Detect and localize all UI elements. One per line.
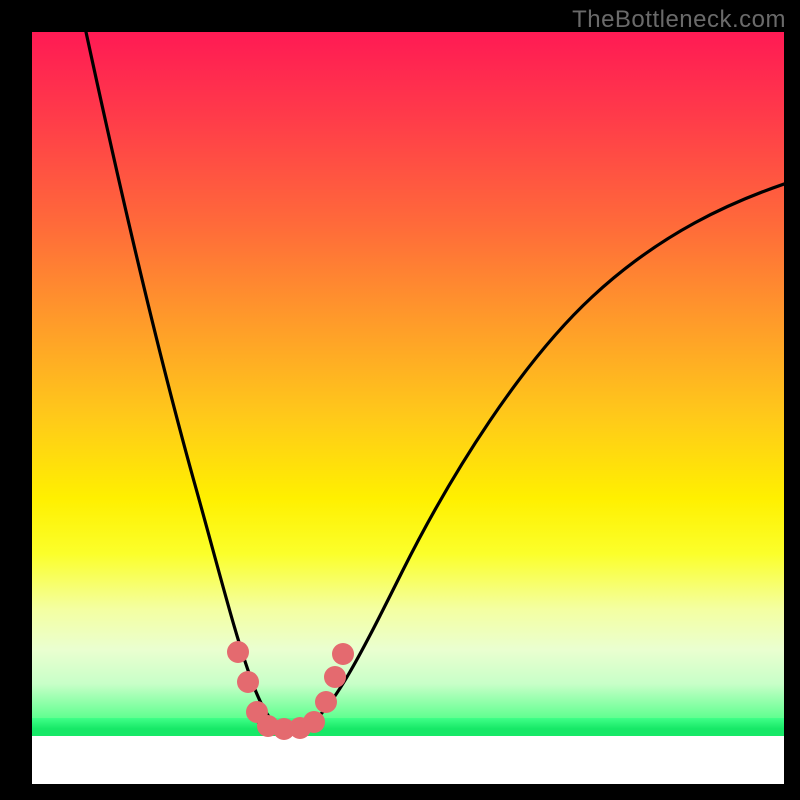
marker: [324, 666, 346, 688]
marker: [332, 643, 354, 665]
marker-group: [227, 641, 354, 740]
curve-right: [307, 184, 784, 726]
chart-frame: TheBottleneck.com: [0, 0, 800, 800]
marker: [315, 691, 337, 713]
marker: [303, 711, 325, 733]
watermark-text: TheBottleneck.com: [572, 6, 786, 34]
marker: [237, 671, 259, 693]
curve-layer: [32, 32, 784, 784]
marker: [227, 641, 249, 663]
plot-area: [32, 32, 784, 784]
curve-left: [86, 32, 287, 729]
